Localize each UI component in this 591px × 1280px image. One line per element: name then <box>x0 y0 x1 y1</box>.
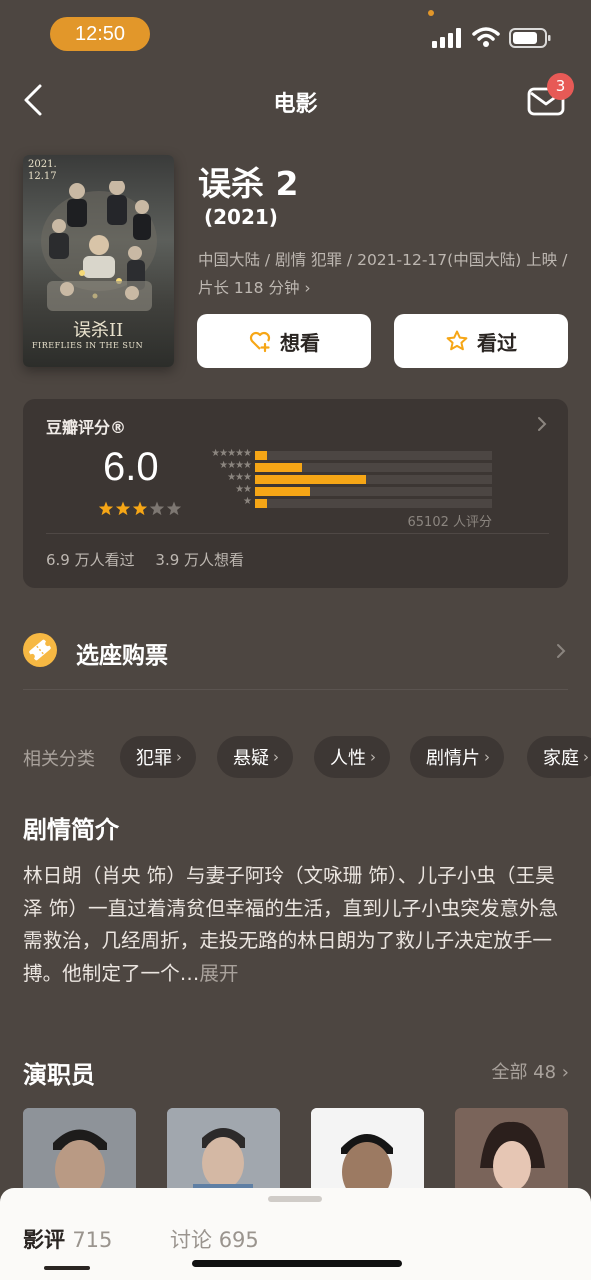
star-empty-icon <box>149 501 165 516</box>
buy-ticket-row[interactable]: 选座购票 <box>23 628 568 674</box>
rating-footer: 6.9 万人看过 3.9 万人想看 <box>46 549 260 570</box>
tag-humanity[interactable]: 人性 › <box>314 736 390 778</box>
watched-button[interactable]: 看过 <box>394 314 568 368</box>
watched-label: 看过 <box>477 330 517 355</box>
rating-distribution-stars: ★★★ <box>227 472 252 483</box>
movie-poster[interactable]: 2021. 12.17 误杀II FIREFLIES IN THE SUN <box>23 155 174 367</box>
synopsis-text: 林日朗（肖央 饰）与妻子阿玲（文咏珊 饰）、儿子小虫（王昊泽 饰）一直过着清贫但… <box>23 864 559 985</box>
chevron-right-icon[interactable] <box>535 415 549 433</box>
expand-link[interactable]: 展开 <box>199 962 238 985</box>
synopsis-title: 剧情简介 <box>23 816 119 844</box>
tab-discussion[interactable]: 讨论 695 <box>170 1224 259 1254</box>
cast-see-all-link[interactable]: 全部 48 › <box>491 1058 569 1084</box>
rating-stars <box>98 501 182 516</box>
sheet-drag-handle[interactable] <box>268 1196 322 1202</box>
rating-distribution-row: ★★★★★ <box>193 448 493 460</box>
rating-distribution-bar <box>255 463 303 472</box>
chevron-right-icon <box>557 644 566 658</box>
rating-distribution-stars: ★ <box>243 496 252 507</box>
buy-ticket-label: 选座购票 <box>76 643 168 669</box>
status-time: 12:50 <box>50 17 150 51</box>
tab-reviews[interactable]: 影评 715 <box>23 1224 112 1254</box>
cast-portrait <box>455 1108 568 1198</box>
heart-plus-icon <box>249 331 271 353</box>
poster-title-art: 误杀II <box>73 320 124 341</box>
chevron-right-icon: › <box>370 748 376 766</box>
tag-label: 人性 <box>330 748 366 769</box>
tag-label: 家庭 <box>543 748 579 769</box>
cast-portrait <box>311 1108 424 1198</box>
want-count: 3.9 万人想看 <box>155 551 245 569</box>
tag-drama[interactable]: 剧情片 › <box>410 736 504 778</box>
rating-distribution-track <box>255 475 492 484</box>
rating-distribution-bar <box>255 475 367 484</box>
movie-year: (2021) <box>204 205 278 229</box>
active-tab-indicator <box>44 1266 90 1270</box>
rating-distribution-track <box>255 451 492 460</box>
status-bar: 12:50 <box>0 0 591 70</box>
movie-title: 误杀 2 <box>198 164 299 203</box>
rating-distribution-stars: ★★★★ <box>219 460 252 471</box>
page-title: 电影 <box>273 92 318 117</box>
tag-family[interactable]: 家庭 › <box>527 736 591 778</box>
rating-distribution-row: ★★★ <box>193 472 493 484</box>
poster-subtitle-art: FIREFLIES IN THE SUN <box>32 341 144 350</box>
seen-count: 6.9 万人看过 <box>46 551 135 569</box>
star-filled-icon <box>115 501 131 516</box>
rating-distribution-bar <box>255 451 267 460</box>
cast-title: 演职员 <box>23 1061 95 1089</box>
want-to-watch-button[interactable]: 想看 <box>197 314 371 368</box>
star-empty-icon <box>166 501 182 516</box>
tag-label: 犯罪 <box>136 748 172 769</box>
rating-distribution-bar <box>255 487 310 496</box>
privacy-indicator-dot <box>428 10 434 16</box>
want-to-watch-label: 想看 <box>280 330 320 355</box>
rating-distribution-row: ★ <box>193 496 493 508</box>
rating-score: 6.0 <box>103 445 159 489</box>
chevron-right-icon: › <box>484 748 490 766</box>
rating-distribution-bar <box>255 499 267 508</box>
cast-photo[interactable] <box>23 1108 136 1198</box>
chevron-right-icon: › <box>583 748 589 766</box>
tag-crime[interactable]: 犯罪 › <box>120 736 196 778</box>
rating-label: 豆瓣评分® <box>46 418 127 437</box>
ticket-icon <box>23 633 57 667</box>
tag-label: 剧情片 <box>426 748 480 769</box>
rating-distribution-track <box>255 487 492 496</box>
cast-photo[interactable] <box>167 1108 280 1198</box>
battery-icon <box>509 28 551 48</box>
rating-distribution-stars: ★★★★★ <box>211 448 252 459</box>
signal-icon <box>432 28 461 48</box>
rating-count: 65102 人评分 <box>407 515 493 530</box>
notification-badge: 3 <box>547 73 574 100</box>
movie-meta-info[interactable]: 中国大陆 / 剧情 犯罪 / 2021-12-17(中国大陆) 上映 / 片长 … <box>198 246 568 302</box>
chevron-right-icon: › <box>273 748 279 766</box>
tag-mystery[interactable]: 悬疑 › <box>217 736 293 778</box>
wifi-icon <box>472 27 500 47</box>
related-categories-label: 相关分类 <box>23 749 95 770</box>
poster-date: 2021. 12.17 <box>28 159 57 182</box>
cast-photo[interactable] <box>455 1108 568 1198</box>
home-indicator[interactable] <box>192 1260 402 1267</box>
rating-distribution-track <box>255 499 492 508</box>
divider <box>46 533 549 534</box>
chevron-right-icon: › <box>176 748 182 766</box>
cast-photo[interactable] <box>311 1108 424 1198</box>
cast-portrait <box>167 1108 280 1198</box>
star-filled-icon <box>98 501 114 516</box>
star-filled-icon <box>132 501 148 516</box>
rating-card[interactable]: 豆瓣评分® 6.0 ★★★★★ ★★★★ ★★★ ★★ ★ 65102 人评分 6.9 … <box>23 399 568 588</box>
tag-label: 悬疑 <box>233 748 269 769</box>
star-outline-icon <box>446 330 468 351</box>
cast-portrait <box>23 1108 136 1198</box>
rating-distribution-stars: ★★ <box>235 484 252 495</box>
divider <box>23 689 568 690</box>
bottom-sheet[interactable]: 影评 715 讨论 695 <box>0 1188 591 1280</box>
rating-distribution-row: ★★ <box>193 484 493 496</box>
rating-distribution-row: ★★★★ <box>193 460 493 472</box>
rating-distribution-track <box>255 463 492 472</box>
